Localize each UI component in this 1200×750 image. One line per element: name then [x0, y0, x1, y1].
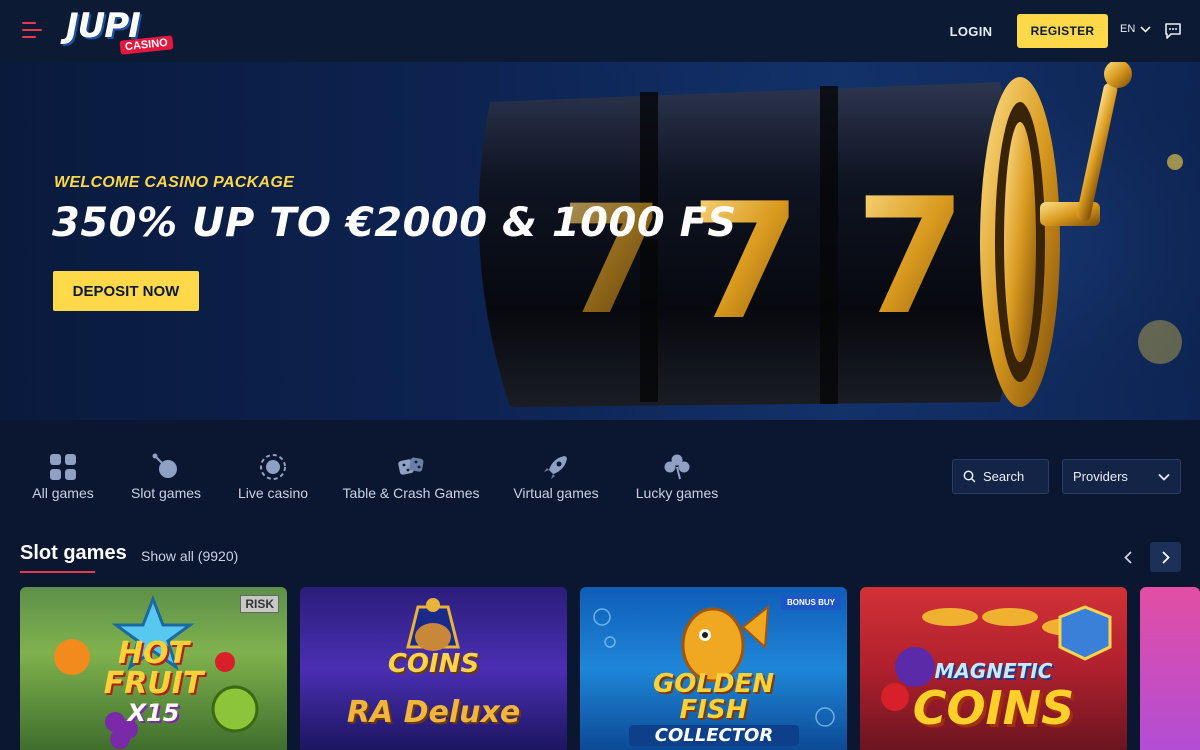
chat-icon[interactable] [1164, 22, 1182, 40]
providers-dropdown[interactable]: Providers [1062, 459, 1181, 494]
casino-logo[interactable]: JUPI CASINO [66, 6, 178, 56]
register-button[interactable]: REGISTER [1017, 14, 1108, 48]
chevron-right-icon [1161, 550, 1170, 564]
chevron-down-icon [1158, 473, 1170, 481]
login-button[interactable]: LOGIN [940, 20, 1002, 42]
grid-icon [50, 454, 76, 480]
providers-label: Providers [1073, 469, 1128, 484]
promo-kicker: WELCOME CASINO PACKAGE [54, 174, 295, 191]
game-tile-magnetic-coins[interactable]: MAGNETIC COINS [860, 587, 1127, 750]
slot-icon [152, 453, 177, 478]
game-subtitle: X15 [127, 699, 180, 727]
promo-title: 350% UP TO €2000 & 1000 FS [52, 200, 737, 246]
game-tile-coins-of-ra[interactable]: COINS RA Deluxe [300, 587, 567, 750]
hero-banner[interactable]: 7 7 7 WELCOME CASINO PACKAGE 350% UP TO … [0, 62, 1200, 420]
game-subtitle: COLLECTOR [629, 725, 799, 746]
language-label: EN [1120, 23, 1136, 35]
game-title: COINS [387, 649, 480, 679]
bonus-buy-badge: BONUS BUY [780, 595, 841, 610]
top-header: JUPI CASINO LOGIN REGISTER EN [0, 0, 1200, 62]
game-subtitle: RA Deluxe [346, 695, 521, 730]
reel-symbol: 7 [690, 168, 801, 355]
category-bar: All games Slot games Live casino Table &… [0, 420, 1200, 530]
category-table-crash[interactable]: Table & Crash Games [343, 452, 479, 504]
search-input[interactable]: Search [952, 459, 1049, 494]
deposit-now-button[interactable]: DEPOSIT NOW [53, 271, 199, 311]
category-virtual-games[interactable]: Virtual games [513, 452, 599, 504]
category-label: All games [32, 485, 94, 501]
slot-games-heading: Slot games [20, 542, 127, 564]
menu-icon[interactable] [22, 22, 44, 40]
reel-symbol: 7 [855, 163, 966, 350]
category-label: Table & Crash Games [342, 485, 480, 501]
rocket-icon [544, 456, 567, 479]
category-lucky-games[interactable]: Lucky games [635, 452, 719, 504]
dice-icon [398, 457, 424, 475]
live-icon [260, 454, 286, 480]
game-subtitle: COINS [912, 681, 1075, 735]
chevron-down-icon [1140, 25, 1151, 33]
category-live-casino[interactable]: Live casino [237, 452, 309, 504]
category-label: Lucky games [635, 485, 719, 501]
search-icon [963, 470, 976, 483]
language-selector[interactable]: EN [1120, 23, 1151, 35]
game-title: GOLDEN FISH [652, 669, 775, 725]
game-tile-partial[interactable] [1140, 587, 1200, 750]
category-slot-games[interactable]: Slot games [130, 452, 202, 504]
carousel-next-button[interactable] [1150, 542, 1181, 572]
game-tile-golden-fish[interactable]: BONUS BUY GOLDEN FISH COLLECTOR [580, 587, 847, 750]
game-tile-hot-fruit[interactable]: RISK HOT FRUIT X15 [20, 587, 287, 750]
clover-icon [664, 454, 690, 480]
category-label: Slot games [130, 485, 202, 501]
chevron-left-icon [1124, 550, 1132, 564]
search-label: Search [983, 469, 1025, 484]
game-title: MAGNETIC [934, 659, 1053, 683]
category-all-games[interactable]: All games [32, 452, 94, 504]
category-label: Live casino [237, 485, 309, 501]
category-label: Virtual games [513, 485, 599, 501]
heading-underline [20, 571, 95, 573]
risk-badge: RISK [240, 595, 279, 613]
show-all-link[interactable]: Show all (9920) [141, 548, 238, 564]
game-title: HOT FRUIT [103, 636, 204, 701]
carousel-prev-button[interactable] [1114, 542, 1142, 572]
